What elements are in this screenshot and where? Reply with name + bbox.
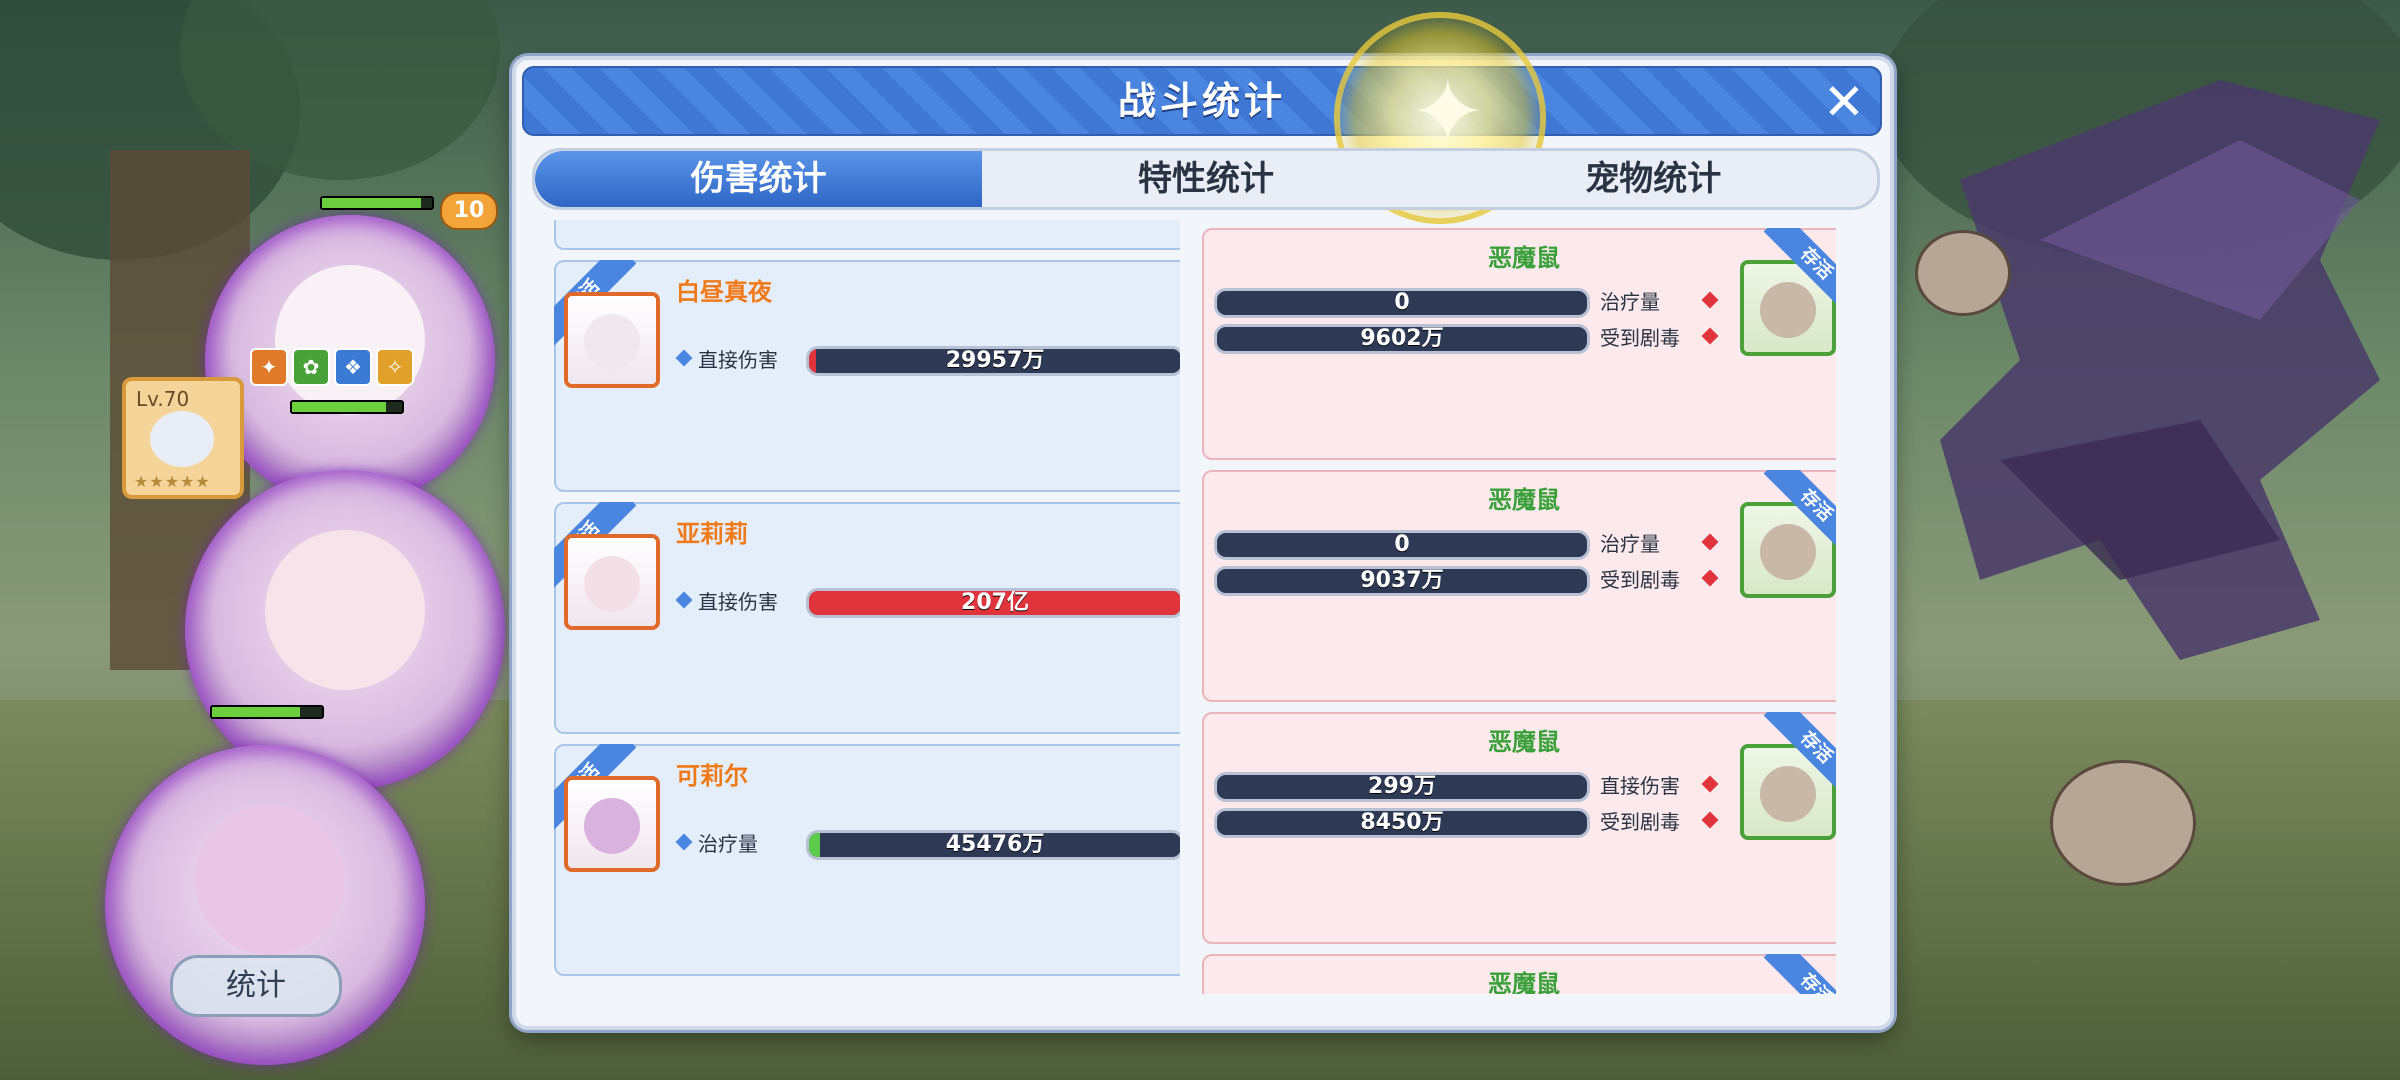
hero-hp-bar: [290, 400, 404, 414]
hero-portrait: [195, 805, 345, 955]
hero-bubble-3[interactable]: [105, 745, 425, 1065]
stat-bar: 9037万: [1214, 566, 1590, 596]
stat-label: 治疗量: [1600, 532, 1660, 556]
enemy-card: 恶魔鼠 299万 直接伤害 8450万 受到剧毒 存活: [1202, 712, 1836, 944]
battle-stats-panel: 战斗统计 ✕ ✦ 伤害统计 特性统计 宠物统计 存活 白昼真夜 直接伤害 299…: [512, 12, 1894, 1030]
enemy-name: 恶魔鼠: [1488, 970, 1560, 994]
skill-leaf-icon: ✿: [292, 348, 330, 386]
stat-bar: 299万: [1214, 772, 1590, 802]
pet-card[interactable]: Lv.70 ★★★★★: [122, 377, 244, 499]
demon-rat-enemy[interactable]: [2050, 760, 2196, 886]
ally-card-partial: [554, 220, 1180, 250]
dragon-enemy[interactable]: [1900, 60, 2400, 740]
diamond-icon: [1701, 569, 1719, 587]
stat-bar: 29957万: [806, 346, 1180, 376]
stat-value: 0: [1394, 290, 1410, 315]
stat-label: 直接伤害: [698, 348, 778, 372]
enemy-card: 恶魔鼠 0 治疗量 9037万 受到剧毒 存活: [1202, 470, 1836, 702]
stat-label: 治疗量: [698, 832, 758, 856]
tab-pets[interactable]: 宠物统计: [1430, 151, 1877, 207]
hero-portrait: [275, 265, 425, 415]
pet-stars: ★★★★★: [134, 472, 211, 491]
status-ribbon: 存活: [1756, 712, 1836, 802]
pet-portrait: [150, 411, 214, 467]
stat-value: 299万: [1368, 774, 1436, 799]
stat-label: 受到剧毒: [1600, 326, 1680, 350]
avatar-head: [584, 314, 640, 370]
stat-bar: 207亿: [806, 588, 1180, 618]
close-icon[interactable]: ✕: [1820, 77, 1868, 127]
status-ribbon: 存活: [1756, 228, 1836, 318]
diamond-icon: [1701, 291, 1719, 309]
skill-icons: ✦ ✿ ❖ ✧: [250, 348, 414, 386]
tab-traits[interactable]: 特性统计: [982, 151, 1429, 207]
skill-light-icon: ✧: [376, 348, 414, 386]
stat-value: 29957万: [945, 348, 1045, 373]
ally-card: 存活 亚莉莉 直接伤害 207亿: [554, 502, 1180, 734]
demon-rat-enemy[interactable]: [1915, 230, 2011, 316]
ally-name: 亚莉莉: [676, 520, 748, 548]
enemy-stats-list[interactable]: 恶魔鼠 0 治疗量 9602万 受到剧毒 存活 恶魔鼠 0 治疗量 9037万 …: [1192, 228, 1836, 994]
stat-value: 9602万: [1360, 326, 1444, 351]
ally-avatar: [564, 534, 660, 630]
stat-bar: 8450万: [1214, 808, 1590, 838]
panel-title: 战斗统计: [1117, 79, 1286, 123]
hero-hp-bar: [320, 196, 434, 210]
skill-water-icon: ❖: [334, 348, 372, 386]
ally-name: 白昼真夜: [676, 278, 772, 306]
stat-label: 直接伤害: [1600, 774, 1680, 798]
stat-value: 9037万: [1360, 568, 1444, 593]
ally-avatar: [564, 292, 660, 388]
pet-level: Lv.70: [136, 387, 190, 411]
ally-name: 可莉尔: [676, 762, 748, 790]
diamond-icon: [675, 833, 693, 851]
diamond-icon: [1701, 533, 1719, 551]
status-ribbon: 存活: [1756, 954, 1836, 994]
enemy-card-partial: 恶魔鼠 存活: [1202, 954, 1836, 994]
ally-card: 存活 白昼真夜 直接伤害 29957万: [554, 260, 1180, 492]
tab-damage[interactable]: 伤害统计: [535, 151, 983, 207]
hero-bubble-2[interactable]: [185, 470, 505, 790]
ally-card: 存活 可莉尔 治疗量 45476万: [554, 744, 1180, 976]
avatar-head: [584, 798, 640, 854]
stat-value: 207亿: [961, 590, 1029, 615]
stat-tabs: 伤害统计 特性统计 宠物统计: [532, 148, 1880, 210]
hero-hp-bar: [210, 705, 324, 719]
level-badge: 10: [440, 192, 498, 230]
stat-label: 直接伤害: [698, 590, 778, 614]
ally-stats-list[interactable]: 存活 白昼真夜 直接伤害 29957万 存活 亚莉莉 直接伤害 207亿 存活: [536, 220, 1180, 994]
stat-value: 8450万: [1360, 810, 1444, 835]
stat-value: 45476万: [945, 832, 1045, 857]
stat-button[interactable]: 统计: [170, 955, 342, 1017]
panel-header: 战斗统计 ✕: [522, 66, 1882, 136]
skill-fire-icon: ✦: [250, 348, 288, 386]
diamond-icon: [675, 349, 693, 367]
stat-bar: 9602万: [1214, 324, 1590, 354]
stat-value: 0: [1394, 532, 1410, 557]
status-ribbon: 存活: [1756, 470, 1836, 560]
hero-portrait: [265, 530, 425, 690]
stat-label: 受到剧毒: [1600, 810, 1680, 834]
ally-avatar: [564, 776, 660, 872]
stat-bar: 0: [1214, 530, 1590, 560]
diamond-icon: [1701, 811, 1719, 829]
avatar-head: [584, 556, 640, 612]
diamond-icon: [675, 591, 693, 609]
enemy-card: 恶魔鼠 0 治疗量 9602万 受到剧毒 存活: [1202, 228, 1836, 460]
diamond-icon: [1701, 775, 1719, 793]
stat-label: 受到剧毒: [1600, 568, 1680, 592]
stat-bar: 45476万: [806, 830, 1180, 860]
stat-bar: 0: [1214, 288, 1590, 318]
stat-label: 治疗量: [1600, 290, 1660, 314]
diamond-icon: [1701, 327, 1719, 345]
